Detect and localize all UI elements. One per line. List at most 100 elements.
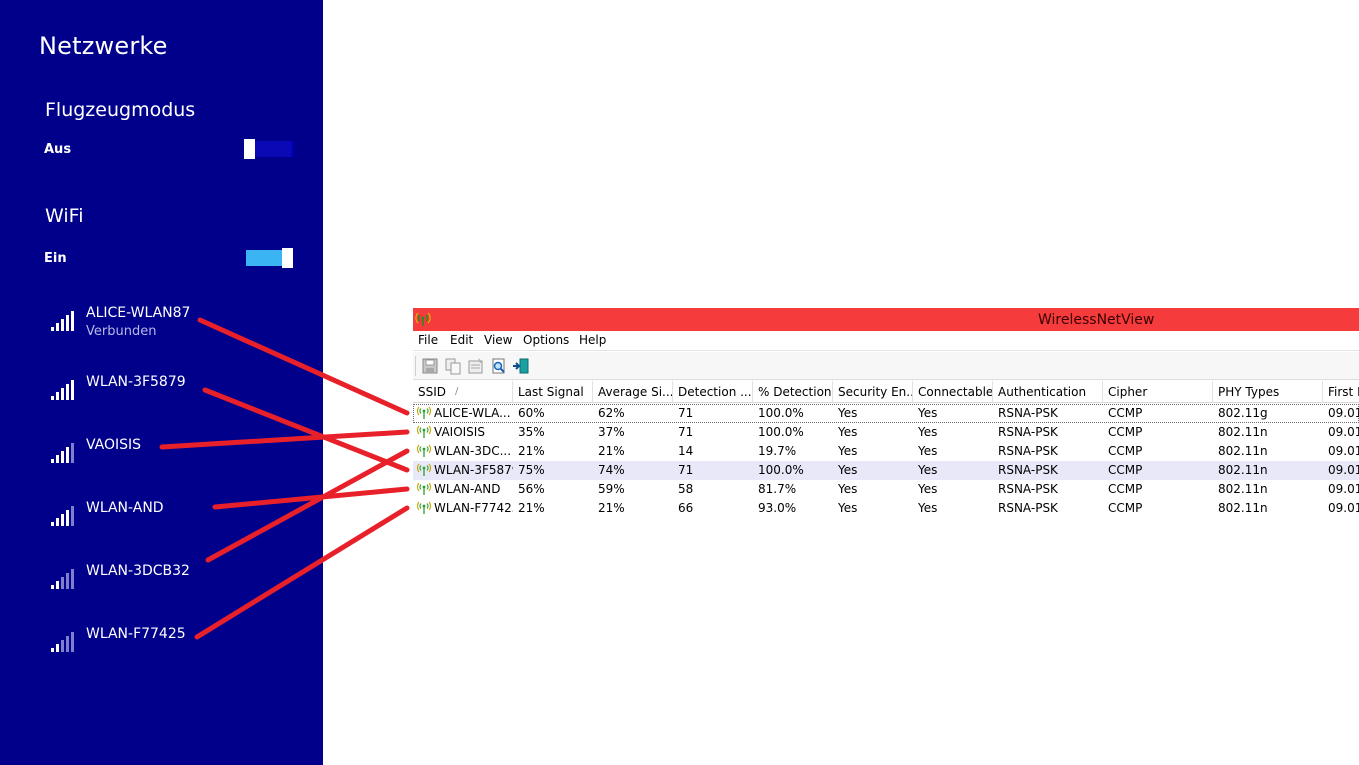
column-header-3[interactable]: Detection ... — [673, 381, 753, 403]
column-header-2[interactable]: Average Si... — [593, 381, 673, 403]
wifi-toggle[interactable] — [244, 248, 295, 268]
network-ssid: WLAN-F77425 — [86, 626, 186, 642]
signal-bar — [61, 319, 64, 331]
menu-view[interactable]: View — [484, 333, 512, 347]
table-cell: WLAN-F77425 — [434, 501, 513, 515]
column-header-10[interactable]: First D — [1323, 381, 1359, 403]
table-cell: 93.0% — [758, 501, 797, 515]
signal-bar — [56, 323, 59, 331]
toolbar — [413, 352, 1359, 380]
table-row[interactable]: WLAN-3DC... 21% 21% 14 19.7% Yes Yes RSNA-PSK CC… — [413, 442, 1359, 461]
signal-bar — [56, 581, 59, 589]
column-header-4[interactable]: % Detection — [753, 381, 833, 403]
wifi-antenna-icon — [416, 482, 432, 495]
copy-icon[interactable] — [444, 357, 462, 375]
airplane-mode-toggle[interactable] — [244, 139, 295, 159]
table-cell: Yes — [838, 501, 858, 515]
table-row[interactable]: WLAN-AND 56% 59% 58 81.7% Yes Yes RSNA-PSK CCMP 8… — [413, 480, 1359, 499]
network-ssid: VAOISIS — [86, 437, 142, 453]
network-item-0[interactable]: ALICE-WLAN87 Verbunden — [50, 305, 310, 351]
menu-options[interactable]: Options — [523, 333, 569, 347]
table-cell: Yes — [918, 406, 938, 420]
toggle-thumb[interactable] — [244, 139, 255, 159]
column-header-6[interactable]: Connectable — [913, 381, 993, 403]
wifi-title: WiFi — [45, 205, 84, 227]
column-header-label: Cipher — [1108, 385, 1148, 399]
signal-bar — [71, 506, 74, 526]
networks-charm-panel: Netzwerke Flugzeugmodus Aus WiFi Ein ALI… — [0, 0, 323, 765]
table-cell: 21% — [518, 444, 545, 458]
wifi-antenna-icon — [416, 501, 432, 514]
network-item-5[interactable]: WLAN-F77425 — [50, 626, 310, 672]
table-cell: RSNA-PSK — [998, 482, 1058, 496]
table-cell: 100.0% — [758, 406, 804, 420]
table-cell: 802.11n — [1218, 444, 1268, 458]
airplane-mode-state: Aus — [44, 142, 72, 157]
find-icon[interactable] — [490, 357, 508, 375]
table-cell: Yes — [838, 406, 858, 420]
column-header-0[interactable]: SSID / — [413, 381, 513, 403]
screen: Netzwerke Flugzeugmodus Aus WiFi Ein ALI… — [0, 0, 1359, 765]
table-cell: Yes — [918, 463, 938, 477]
table-cell: RSNA-PSK — [998, 444, 1058, 458]
table-cell: 71 — [678, 463, 694, 477]
network-item-3[interactable]: WLAN-AND — [50, 500, 310, 546]
table-cell: Yes — [838, 463, 858, 477]
signal-bar — [71, 380, 74, 400]
signal-bar — [61, 388, 64, 400]
table-cell: 09.01. — [1328, 482, 1359, 496]
signal-bar — [51, 585, 54, 589]
table-cell: 14 — [678, 444, 694, 458]
save-icon[interactable] — [421, 357, 439, 375]
table-cell: 09.01. — [1328, 425, 1359, 439]
toggle-track — [255, 141, 293, 157]
signal-bar — [71, 569, 74, 589]
signal-bar — [61, 577, 64, 589]
table-cell: 56% — [518, 482, 545, 496]
properties-icon[interactable] — [467, 357, 485, 375]
network-item-4[interactable]: WLAN-3DCB32 — [50, 563, 310, 609]
table-header: SSID / Last Signal Average Si... Detection .… — [413, 381, 1359, 403]
column-header-5[interactable]: Security En... — [833, 381, 913, 403]
wifi-signal-icon — [50, 632, 76, 652]
toggle-track — [246, 250, 283, 266]
menu-help[interactable]: Help — [579, 333, 606, 347]
table-row[interactable]: ALICE-WLA... 60% 62% 71 100.0% Yes Yes RSNA-PSK… — [413, 404, 1359, 423]
network-item-2[interactable]: VAOISIS — [50, 437, 310, 483]
column-header-label: Detection ... — [678, 385, 752, 399]
table-row[interactable]: WLAN-F77425 21% 21% 66 93.0% Yes Yes RSNA-PSK CC… — [413, 499, 1359, 518]
column-header-7[interactable]: Authentication — [993, 381, 1103, 403]
column-header-label: Authentication — [998, 385, 1087, 399]
network-item-1[interactable]: WLAN-3F5879 — [50, 374, 310, 420]
table-cell: 75% — [518, 463, 545, 477]
signal-bar — [71, 443, 74, 463]
wifi-signal-icon — [50, 443, 76, 463]
signal-bar — [61, 451, 64, 463]
title-bar[interactable]: WirelessNetView — [413, 308, 1359, 331]
table-cell: 19.7% — [758, 444, 797, 458]
column-header-label: % Detection — [758, 385, 832, 399]
table-cell: 09.01. — [1328, 444, 1359, 458]
exit-icon[interactable] — [512, 357, 530, 375]
table-row[interactable]: VAIOISIS 35% 37% 71 100.0% Yes Yes RSNA-PSK CCMP… — [413, 423, 1359, 442]
signal-bar — [66, 315, 69, 331]
menu-edit[interactable]: Edit — [450, 333, 473, 347]
column-header-label: Last Signal — [518, 385, 584, 399]
column-header-label: Average Si... — [598, 385, 673, 399]
table-row[interactable]: WLAN-3F5879 75% 74% 71 100.0% Yes Yes RSNA-PSK C… — [413, 461, 1359, 480]
table-cell: Yes — [838, 425, 858, 439]
table-cell: 71 — [678, 425, 694, 439]
table-cell: 09.01. — [1328, 501, 1359, 515]
wifi-signal-icon — [50, 506, 76, 526]
wifi-signal-icon — [50, 380, 76, 400]
column-header-label: First D — [1328, 385, 1359, 399]
signal-bar — [51, 648, 54, 652]
column-header-8[interactable]: Cipher — [1103, 381, 1213, 403]
table-cell: CCMP — [1108, 482, 1143, 496]
toggle-thumb[interactable] — [282, 248, 293, 268]
table-cell: 802.11n — [1218, 482, 1268, 496]
column-header-9[interactable]: PHY Types — [1213, 381, 1323, 403]
column-header-1[interactable]: Last Signal — [513, 381, 593, 403]
table-cell: Yes — [918, 425, 938, 439]
menu-file[interactable]: File — [418, 333, 438, 347]
